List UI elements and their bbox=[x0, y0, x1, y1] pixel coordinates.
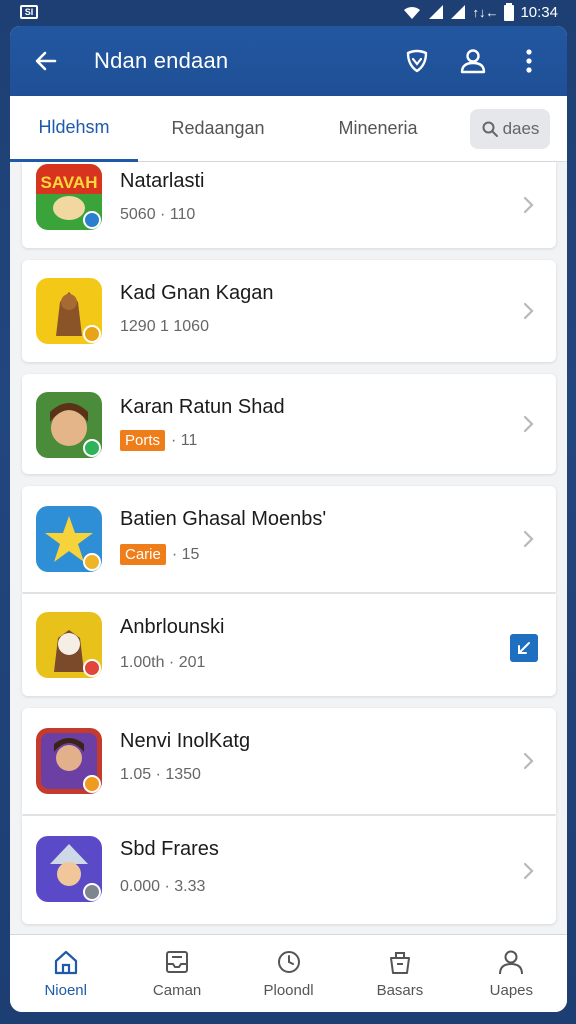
thumb-text: SAVAH bbox=[41, 173, 98, 192]
app-thumbnail bbox=[36, 612, 102, 678]
nav-label: Caman bbox=[152, 982, 202, 999]
tab-mineneria[interactable]: Mineneria bbox=[298, 96, 458, 162]
item-meta: Carie · 15 bbox=[120, 544, 199, 565]
battery-icon bbox=[504, 3, 515, 21]
nav-uapes[interactable]: Uapes bbox=[456, 935, 567, 1012]
timer-icon bbox=[277, 951, 300, 973]
item-name: Kad Gnan Kagan bbox=[120, 282, 274, 304]
nav-label: Ploondl bbox=[263, 982, 314, 999]
bottom-nav: Nioenl Caman Ploondl Basars Uapes bbox=[10, 934, 567, 1012]
arrow-icon bbox=[518, 642, 530, 654]
search-button[interactable]: daes bbox=[470, 108, 550, 149]
item-meta: 0.000 · 3.33 bbox=[120, 878, 206, 895]
basket-icon bbox=[389, 952, 410, 974]
app-thumbnail: SAVAH bbox=[36, 164, 102, 230]
item-name: Anbrlounski bbox=[120, 616, 225, 638]
chevron-right-icon bbox=[523, 752, 534, 770]
item-name: Sbd Frares bbox=[120, 838, 219, 860]
signal-icon bbox=[428, 4, 444, 20]
chevron-right-icon bbox=[523, 862, 534, 880]
profile-icon bbox=[499, 950, 524, 975]
signal-icon-2 bbox=[450, 4, 466, 20]
nav-ploondl[interactable]: Ploondl bbox=[233, 935, 344, 1012]
nav-label: Uapes bbox=[489, 982, 533, 999]
item-meta: Ports · 11 bbox=[120, 430, 197, 451]
app-thumbnail bbox=[36, 728, 102, 794]
tab-redaangan[interactable]: Redaangan bbox=[138, 96, 298, 162]
app-thumbnail bbox=[36, 278, 102, 344]
status-right: ↑↓← 10:34 bbox=[402, 3, 558, 21]
network-label: ↑↓← bbox=[472, 4, 499, 20]
inbox-icon bbox=[166, 951, 189, 973]
tab-bar: Hldehsm Redaangan Mineneria daes bbox=[10, 96, 567, 162]
chevron-right-icon bbox=[523, 415, 534, 433]
shield-heart-icon bbox=[406, 49, 428, 73]
nav-caman[interactable]: Caman bbox=[121, 935, 232, 1012]
list-item[interactable]: Karan Ratun Shad Ports · 11 bbox=[22, 374, 556, 474]
favorite-button[interactable] bbox=[397, 41, 437, 81]
sim-label: SI bbox=[24, 7, 34, 17]
item-name: Karan Ratun Shad bbox=[120, 396, 285, 418]
account-button[interactable] bbox=[453, 41, 493, 81]
item-meta: 5060 · 110 bbox=[120, 206, 196, 223]
app-thumbnail bbox=[36, 392, 102, 458]
status-time: 10:34 bbox=[520, 3, 558, 21]
person-icon bbox=[460, 49, 486, 74]
app-thumbnail bbox=[36, 506, 102, 572]
more-button[interactable] bbox=[509, 41, 549, 81]
arrow-left-icon bbox=[35, 51, 57, 71]
chevron-right-icon bbox=[523, 530, 534, 548]
nav-basars[interactable]: Basars bbox=[344, 935, 455, 1012]
item-meta-text: · 15 bbox=[171, 545, 200, 563]
nav-label: Nioenl bbox=[44, 982, 87, 999]
item-meta: 1290 1 1060 bbox=[120, 318, 209, 335]
item-badge: Carie bbox=[120, 544, 166, 565]
tab-hldehsm[interactable]: Hldehsm bbox=[10, 96, 138, 162]
sim-icon: SI bbox=[20, 5, 38, 19]
chevron-right-icon bbox=[523, 302, 534, 320]
item-name: Nenvi InolKatg bbox=[120, 730, 251, 752]
list-item[interactable]: Batien Ghasal Moenbs' Carie · 15 bbox=[22, 486, 556, 592]
search-label: daes bbox=[502, 118, 540, 138]
nav-home[interactable]: Nioenl bbox=[10, 935, 121, 1012]
open-external-button[interactable] bbox=[510, 634, 538, 662]
list-item[interactable]: Nenvi InolKatg 1.05 · 1350 bbox=[22, 708, 556, 814]
chevron-right-icon bbox=[523, 196, 534, 214]
item-meta: 1.05 · 1350 bbox=[120, 766, 201, 783]
list-item[interactable]: Sbd Frares 0.000 · 3.33 bbox=[22, 816, 556, 924]
item-name: Natarlasti bbox=[120, 170, 205, 192]
page-title: Ndan endaan bbox=[94, 48, 229, 73]
app-thumbnail bbox=[36, 836, 102, 902]
list-item[interactable]: Anbrlounski 1.00th · 201 bbox=[22, 594, 556, 696]
nav-label: Basars bbox=[376, 982, 424, 999]
list-item[interactable]: Kad Gnan Kagan 1290 1 1060 bbox=[22, 260, 556, 362]
search-icon bbox=[482, 121, 498, 137]
item-meta: 1.00th · 201 bbox=[120, 654, 206, 671]
app-window: Ndan endaan Hldehsm Redaangan Mineneria … bbox=[10, 26, 567, 1012]
status-bar: SI ↑↓← 10:34 bbox=[0, 0, 576, 24]
home-icon bbox=[54, 950, 77, 975]
status-left: SI bbox=[20, 5, 38, 19]
app-bar: Ndan endaan bbox=[10, 26, 567, 96]
back-button[interactable] bbox=[28, 43, 64, 79]
more-vert-icon bbox=[526, 49, 532, 73]
list-item[interactable]: SAVAH Natarlasti 5060 · 110 bbox=[22, 162, 556, 248]
item-meta-text: · 11 bbox=[171, 431, 198, 449]
item-name: Batien Ghasal Moenbs' bbox=[120, 508, 327, 530]
wifi-icon bbox=[402, 4, 422, 20]
item-badge: Ports bbox=[120, 430, 166, 451]
